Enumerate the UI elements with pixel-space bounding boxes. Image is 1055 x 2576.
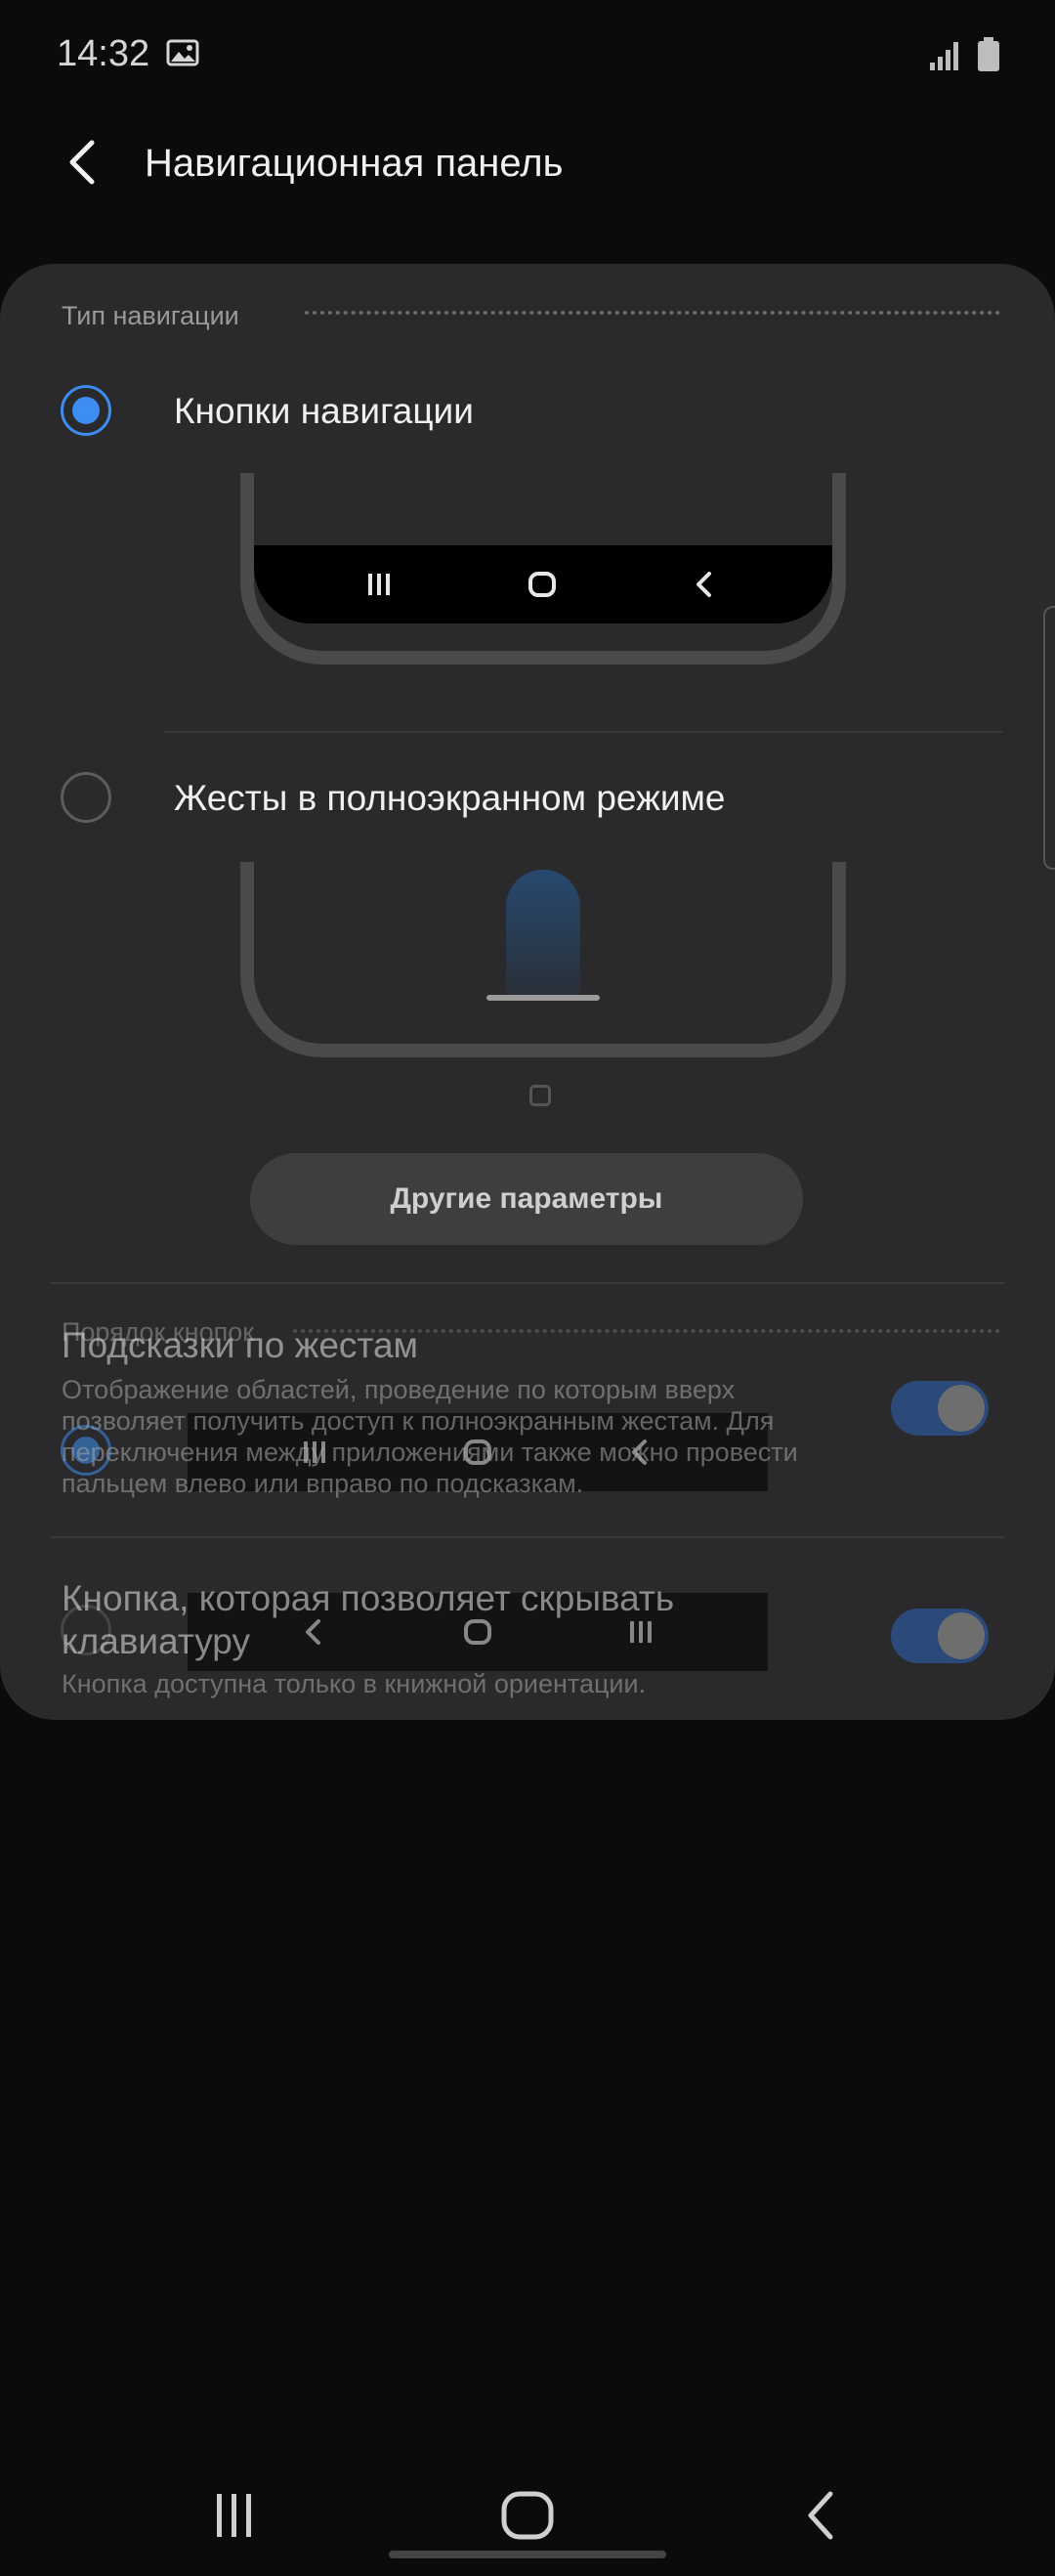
gesture-handle (486, 995, 600, 1001)
back-icon (696, 572, 711, 597)
option-label-navigation-buttons[interactable]: Кнопки навигации (174, 391, 474, 432)
back-button[interactable] (59, 135, 107, 190)
gesture-hints-toggle[interactable] (891, 1381, 989, 1436)
home-indicator (389, 2551, 666, 2558)
section-divider-4 (51, 1536, 1004, 1538)
back-icon[interactable] (797, 2488, 846, 2543)
radio-fullscreen-gestures[interactable] (61, 772, 111, 823)
hide-keyboard-toggle[interactable] (891, 1609, 989, 1663)
home-icon (528, 572, 556, 597)
section-divider-2 (51, 1282, 1004, 1284)
hide-keyboard-title: Кнопка, которая позволяет скрывать клави… (62, 1578, 675, 1661)
section-divider (305, 311, 1000, 315)
radio-navigation-buttons[interactable] (61, 385, 111, 436)
signal-icon (930, 42, 958, 70)
home-indicator-icon (529, 1085, 551, 1106)
recents-icon (368, 574, 390, 595)
toggle-knob (938, 1385, 985, 1432)
section-label-navigation-type: Тип навигации (62, 301, 239, 330)
option-label-fullscreen-gestures[interactable]: Жесты в полноэкранном режиме (174, 778, 726, 819)
more-options-button[interactable]: Другие параметры (250, 1153, 803, 1245)
gesture-hints-description: Отображение областей, проведение по кото… (62, 1375, 798, 1498)
gesture-hints-title: Подсказки по жестам (62, 1325, 418, 1365)
home-icon[interactable] (496, 2488, 559, 2543)
status-time: 14:32 (57, 33, 150, 74)
toggle-knob (938, 1612, 985, 1659)
recents-icon[interactable] (205, 2488, 264, 2543)
option-divider (164, 731, 1002, 733)
gallery-icon (166, 39, 199, 66)
battery-icon (978, 37, 999, 71)
swipe-hint-icon (506, 870, 580, 1001)
page-title: Навигационная панель (145, 142, 564, 185)
hide-keyboard-description: Кнопка доступна только в книжной ориента… (62, 1669, 647, 1698)
scroll-handle[interactable] (1043, 606, 1055, 870)
